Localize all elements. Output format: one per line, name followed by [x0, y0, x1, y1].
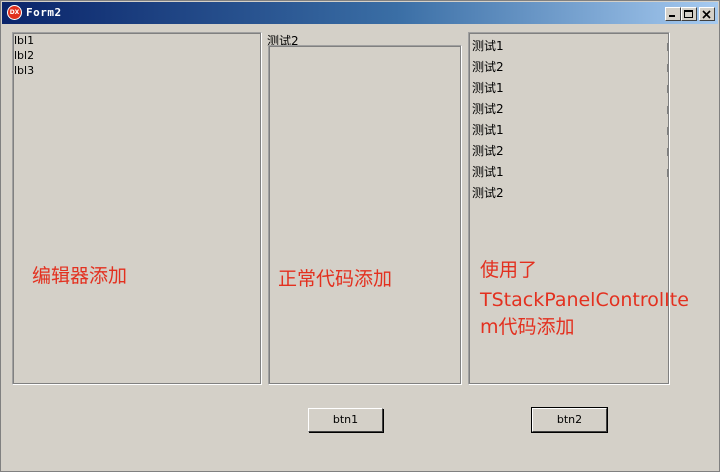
maximize-icon	[684, 10, 693, 18]
scrollbar-tick	[667, 148, 669, 156]
list-item: 测试1	[472, 81, 504, 95]
list-item: 测试1	[472, 165, 504, 179]
close-icon	[702, 10, 711, 19]
minimize-button[interactable]	[665, 7, 681, 21]
panel-stack-caption-line2: TStackPanelControlIte	[480, 289, 689, 311]
panel-code-caption: 正常代码添加	[278, 268, 393, 290]
scrollbar-tick	[667, 127, 669, 135]
maximize-button[interactable]	[681, 7, 697, 21]
window-title: Form2	[26, 6, 62, 19]
form-window: DX Form2 lbl1 lbl2 lbl3 编辑器添加 测试2 正常代码添加…	[0, 0, 720, 472]
list-item: 测试2	[472, 144, 504, 158]
list-item: 测试1	[472, 123, 504, 137]
list-item: 测试1	[472, 39, 504, 53]
panel-stack-caption-line3: m代码添加	[480, 316, 575, 338]
panel-code: 正常代码添加	[268, 45, 462, 385]
close-button[interactable]	[699, 7, 715, 21]
label-lbl3: lbl3	[14, 64, 35, 77]
label-lbl1: lbl1	[14, 34, 35, 47]
scrollbar-tick	[667, 169, 669, 177]
btn1-button[interactable]: btn1	[308, 408, 383, 432]
scrollbar-tick	[667, 64, 669, 72]
panel-editor: lbl1 lbl2 lbl3 编辑器添加	[12, 32, 262, 385]
panel-stack: 测试1 测试2 测试1 测试2 测试1 测试2 测试1 测试2 使用了 TSta…	[468, 32, 689, 385]
label-lbl2: lbl2	[14, 49, 35, 62]
list-item: 测试2	[472, 102, 504, 116]
app-icon[interactable]: DX	[7, 5, 22, 20]
panel-editor-caption: 编辑器添加	[32, 265, 128, 287]
scrollbar-tick	[667, 85, 669, 93]
panel-stack-caption-line1: 使用了	[480, 259, 538, 281]
btn2-button[interactable]: btn2	[531, 407, 608, 433]
title-bar[interactable]: DX Form2	[2, 2, 718, 24]
list-item: 测试2	[472, 186, 504, 200]
list-item: 测试2	[472, 60, 504, 74]
scrollbar-tick	[667, 43, 669, 51]
scrollbar-tick	[667, 106, 669, 114]
minimize-icon	[669, 15, 675, 17]
